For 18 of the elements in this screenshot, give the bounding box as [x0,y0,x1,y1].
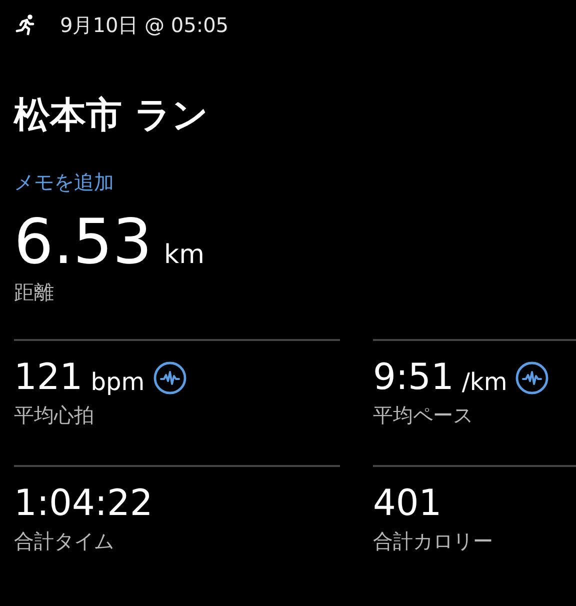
pulse-icon[interactable] [515,361,550,395]
distance-label: 距離 [14,279,55,306]
stat-value: 121 [14,356,83,400]
distance-unit: km [164,240,204,270]
add-memo-link[interactable]: メモを追加 [14,168,114,196]
stat-label: 合計タイム [14,528,115,555]
activity-title: 松本市 ラン [14,94,210,138]
pulse-icon[interactable] [152,361,187,395]
stat-label: 合計カロリー [373,528,494,555]
stat-unit: bpm [90,368,145,396]
stat-value: 401 [373,482,442,526]
stat-value: 1:04:22 [14,482,153,526]
stat-unit: /km [462,368,508,396]
activity-date: 9月10日 @ 05:05 [60,12,229,38]
stat-label: 平均ペース [373,402,474,429]
distance-value: 6.53 [14,206,152,278]
stat-label: 平均心拍 [14,402,95,429]
stat-value: 9:51 [373,356,454,400]
